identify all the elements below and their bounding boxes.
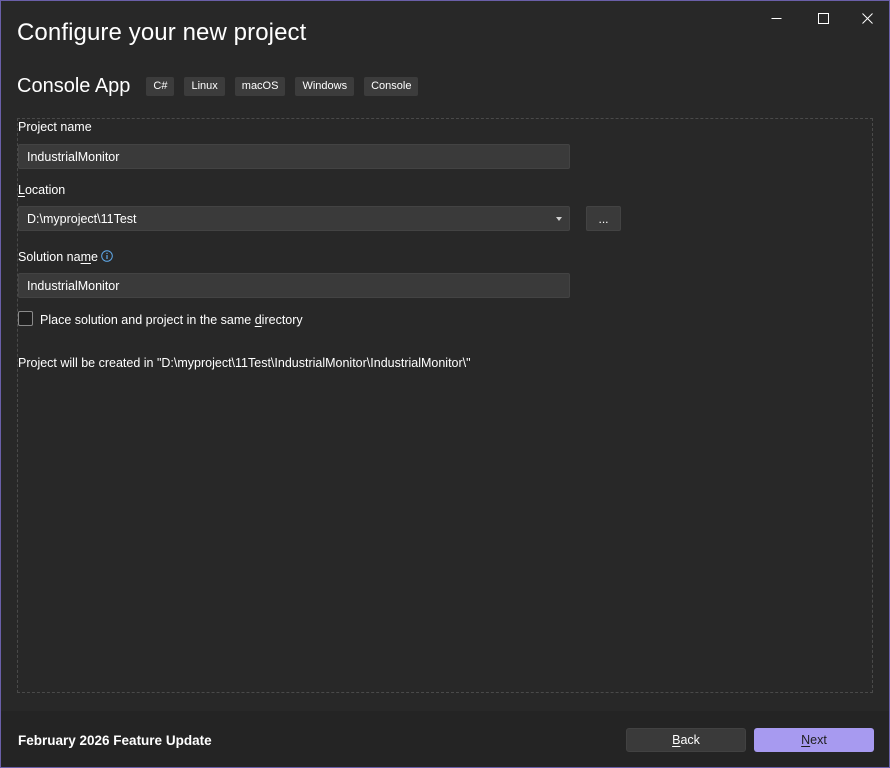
back-label-accel: B	[672, 733, 681, 747]
minimize-icon	[771, 17, 781, 19]
tag-language: C#	[146, 77, 175, 96]
solution-name-label-accel: m	[80, 250, 91, 264]
project-path-summary: Project will be created in "D:\myproject…	[18, 356, 471, 370]
maximize-icon	[817, 12, 829, 24]
location-value: D:\myproject\11Test	[27, 211, 137, 226]
configure-project-window: Configure your new project Console App C…	[0, 0, 890, 768]
tag-platform-linux: Linux	[184, 77, 225, 96]
next-button[interactable]: Next	[754, 728, 874, 752]
location-label: Location	[18, 183, 65, 197]
location-combobox[interactable]: D:\myproject\11Test	[18, 206, 570, 231]
solution-name-label: Solution name	[18, 250, 98, 264]
minimize-button[interactable]	[756, 7, 796, 29]
close-button[interactable]	[847, 7, 887, 29]
maximize-button[interactable]	[803, 7, 843, 29]
location-label-accel: L	[18, 183, 25, 197]
location-label-rest: ocation	[24, 183, 66, 197]
tag-platform-macos: macOS	[234, 77, 286, 96]
tag-project-type: Console	[364, 77, 419, 96]
next-label-accel: N	[801, 733, 811, 747]
solution-name-label-rest: e	[90, 250, 98, 264]
chevron-down-icon[interactable]	[556, 216, 562, 221]
back-button[interactable]: Back	[626, 728, 746, 752]
same-directory-label-accel: d	[254, 313, 262, 327]
same-directory-label[interactable]: Place solution and project in the same d…	[40, 313, 303, 327]
project-name-input[interactable]	[18, 144, 570, 169]
solution-name-label-prefix: Solution na	[18, 250, 81, 264]
template-header: Console App C# Linux macOS Windows Conso…	[17, 75, 428, 98]
tag-platform-windows: Windows	[295, 77, 355, 96]
feature-update-label: February 2026 Feature Update	[18, 733, 212, 748]
next-label-rest: ext	[810, 733, 827, 747]
same-directory-label-rest: irectory	[261, 313, 303, 327]
project-name-label: Project name	[18, 120, 92, 134]
info-icon[interactable]	[101, 250, 113, 262]
same-directory-label-prefix: Place solution and project in the same	[40, 313, 255, 327]
dialog-footer: February 2026 Feature Update Back Next	[1, 711, 889, 767]
back-label-rest: ack	[680, 733, 700, 747]
solution-name-input[interactable]	[18, 273, 570, 298]
dialog-title: Configure your new project	[17, 19, 307, 46]
close-icon	[861, 12, 873, 24]
same-directory-checkbox[interactable]	[18, 311, 33, 326]
form-area	[17, 118, 873, 693]
browse-button[interactable]: ...	[586, 206, 621, 231]
template-name: Console App	[17, 75, 131, 97]
